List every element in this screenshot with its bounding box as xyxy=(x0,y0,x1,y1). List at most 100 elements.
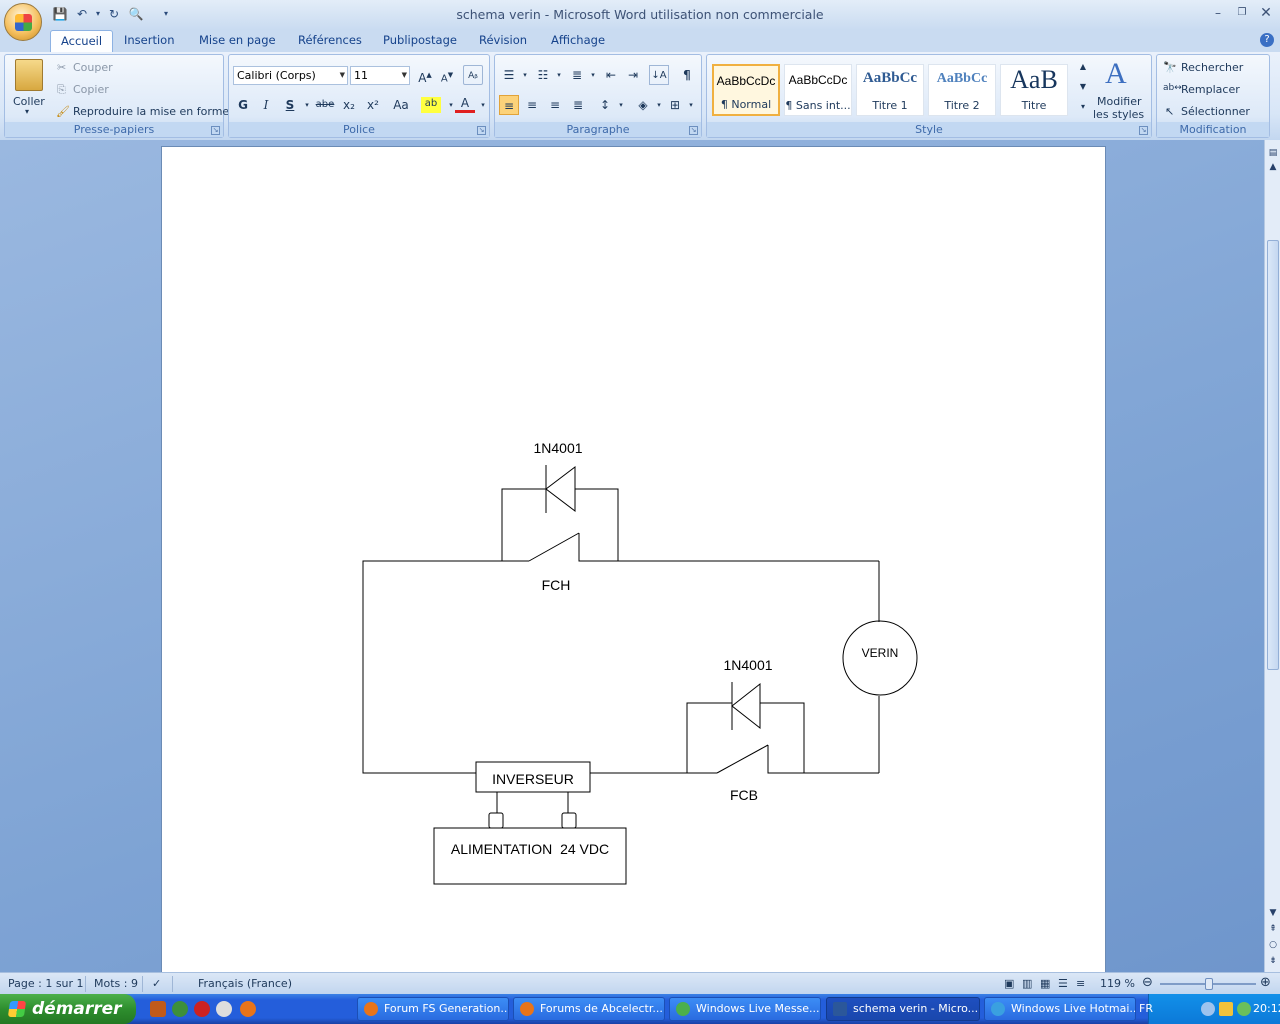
language-bar[interactable]: FR xyxy=(1139,1002,1153,1015)
grow-font-button[interactable]: A▲ xyxy=(415,65,435,85)
minimize-button[interactable]: – xyxy=(1208,4,1228,22)
superscript-button[interactable]: x² xyxy=(363,95,383,115)
align-right-icon[interactable]: ≡ xyxy=(545,95,565,115)
styles-launcher-icon[interactable]: ↘ xyxy=(1139,126,1148,135)
word-count[interactable]: Mots : 9 xyxy=(94,977,138,990)
modify-styles-icon[interactable]: A xyxy=(1105,57,1127,91)
bullets-dropdown-icon[interactable]: ▾ xyxy=(515,65,535,85)
scroll-down-icon[interactable]: ▼ xyxy=(1265,908,1280,918)
style-titre[interactable]: AaB Titre xyxy=(1000,64,1068,116)
modify-styles-line2[interactable]: les styles xyxy=(1093,108,1144,121)
strikethrough-button[interactable]: abe xyxy=(315,95,335,115)
borders-dropdown-icon[interactable]: ▾ xyxy=(681,95,701,115)
scroll-up-icon[interactable]: ▲ xyxy=(1265,162,1280,172)
style-sans-interligne[interactable]: AaBbCcDc ¶ Sans int... xyxy=(784,64,852,116)
style-normal[interactable]: AaBbCcDc ¶ Normal xyxy=(712,64,780,116)
style-titre-1[interactable]: AaBbCc Titre 1 xyxy=(856,64,924,116)
align-left-icon[interactable]: ≡ xyxy=(499,95,519,115)
font-size-combo[interactable]: 11 ▼ xyxy=(350,66,410,85)
decrease-indent-icon[interactable]: ⇤ xyxy=(601,65,621,85)
office-button[interactable] xyxy=(4,3,42,41)
sort-icon[interactable]: ↓A xyxy=(649,65,669,85)
tab-affichage[interactable]: Affichage xyxy=(541,30,615,52)
styles-scroll-down-icon[interactable]: ▼ xyxy=(1073,79,1093,95)
copy-button[interactable]: Copier xyxy=(73,83,109,96)
italic-button[interactable]: I xyxy=(256,95,276,115)
proofing-icon[interactable]: ✓ xyxy=(152,977,161,990)
format-painter-button[interactable]: Reproduire la mise en forme xyxy=(73,105,229,118)
multilevel-dropdown-icon[interactable]: ▾ xyxy=(583,65,603,85)
font-name-combo[interactable]: Calibri (Corps) ▼ xyxy=(233,66,348,85)
tab-mise-en-page[interactable]: Mise en page xyxy=(189,30,286,52)
style-titre-2[interactable]: AaBbCc Titre 2 xyxy=(928,64,996,116)
shrink-font-button[interactable]: A▼ xyxy=(437,65,457,85)
scroll-thumb[interactable] xyxy=(1267,240,1279,670)
tab-revision[interactable]: Révision xyxy=(469,30,537,52)
tab-references[interactable]: Références xyxy=(288,30,372,52)
web-layout-view-icon[interactable]: ▦ xyxy=(1040,977,1050,990)
language-indicator[interactable]: Français (France) xyxy=(198,977,292,990)
increase-indent-icon[interactable]: ⇥ xyxy=(623,65,643,85)
clear-format-button[interactable]: Aᵦ xyxy=(463,65,483,85)
task-live-messenger[interactable]: Windows Live Messe... xyxy=(669,997,821,1021)
close-button[interactable]: ✕ xyxy=(1256,4,1276,22)
highlight-icon[interactable]: ab xyxy=(421,97,441,113)
tab-accueil[interactable]: Accueil xyxy=(50,30,114,52)
print-layout-view-icon[interactable]: ▣ xyxy=(1004,977,1014,990)
styles-scroll-up-icon[interactable]: ▲ xyxy=(1073,59,1093,75)
select-button[interactable]: Sélectionner xyxy=(1181,105,1250,118)
bold-button[interactable]: G xyxy=(233,95,253,115)
line-spacing-dropdown-icon[interactable]: ▾ xyxy=(611,95,631,115)
browse-object-icon[interactable]: ○ xyxy=(1265,940,1280,950)
task-live-hotmail[interactable]: Windows Live Hotmai... xyxy=(984,997,1136,1021)
ruler-toggle-icon[interactable]: ▤ xyxy=(1265,148,1280,158)
change-case-button[interactable]: Aa xyxy=(389,95,413,115)
modify-styles-line1[interactable]: Modifier xyxy=(1097,95,1141,108)
player-icon[interactable] xyxy=(216,1001,232,1017)
security-shield-icon[interactable] xyxy=(1219,1002,1233,1016)
page-count[interactable]: Page : 1 sur 1 xyxy=(8,977,84,990)
zoom-in-icon[interactable]: ⊕ xyxy=(1260,975,1271,990)
tab-publipostage[interactable]: Publipostage xyxy=(373,30,467,52)
document-page[interactable]: 1N4001 FCH 1N4001 FCB VERIN INVERSEUR AL… xyxy=(161,146,1106,976)
align-center-icon[interactable]: ≡ xyxy=(522,95,542,115)
subscript-button[interactable]: x₂ xyxy=(339,95,359,115)
restore-button[interactable]: ❐ xyxy=(1232,4,1252,22)
justify-icon[interactable]: ≣ xyxy=(568,95,588,115)
zoom-out-icon[interactable]: ⊖ xyxy=(1142,975,1153,990)
paragraph-launcher-icon[interactable]: ↘ xyxy=(689,126,698,135)
task-forum-fs[interactable]: Forum FS Generation... xyxy=(357,997,509,1021)
task-schema-verin[interactable]: schema verin - Micro... xyxy=(826,997,980,1021)
font-launcher-icon[interactable]: ↘ xyxy=(477,126,486,135)
tray-arrow-icon[interactable] xyxy=(1201,1002,1215,1016)
messenger-icon[interactable] xyxy=(172,1001,188,1017)
replace-button[interactable]: Remplacer xyxy=(1181,83,1240,96)
cut-button[interactable]: Couper xyxy=(73,61,113,74)
font-color-dropdown-icon[interactable]: ▾ xyxy=(473,95,493,115)
paste-dropdown-icon[interactable]: ▾ xyxy=(25,107,29,116)
numbering-dropdown-icon[interactable]: ▾ xyxy=(549,65,569,85)
font-color-icon[interactable]: A xyxy=(455,95,475,113)
vertical-scrollbar[interactable]: ▤ ▲ ▼ ⇞ ○ ⇟ xyxy=(1264,140,1280,972)
task-forums-abcelectr[interactable]: Forums de Abcelectr... xyxy=(513,997,665,1021)
previous-page-icon[interactable]: ⇞ xyxy=(1265,924,1280,934)
help-icon[interactable]: ? xyxy=(1260,33,1274,47)
zoom-slider-thumb[interactable] xyxy=(1205,978,1213,990)
find-button[interactable]: Rechercher xyxy=(1181,61,1243,74)
next-page-icon[interactable]: ⇟ xyxy=(1265,956,1280,966)
firefox-icon[interactable] xyxy=(240,1001,256,1017)
clipboard-launcher-icon[interactable]: ↘ xyxy=(211,126,220,135)
full-screen-view-icon[interactable]: ▥ xyxy=(1022,977,1032,990)
tab-insertion[interactable]: Insertion xyxy=(114,30,185,52)
start-button[interactable]: démarrer xyxy=(0,994,136,1024)
media-icon[interactable] xyxy=(194,1001,210,1017)
messenger-status-icon[interactable] xyxy=(1237,1002,1251,1016)
styles-more-icon[interactable]: ▾ xyxy=(1073,99,1093,115)
zoom-level[interactable]: 119 % xyxy=(1100,977,1135,990)
show-formatting-icon[interactable]: ¶ xyxy=(677,65,697,85)
quicklaunch-icon[interactable] xyxy=(150,1001,166,1017)
paste-icon[interactable] xyxy=(15,59,43,91)
underline-dropdown-icon[interactable]: ▾ xyxy=(297,95,317,115)
outline-view-icon[interactable]: ☰ xyxy=(1058,977,1068,990)
draft-view-icon[interactable]: ≡ xyxy=(1076,977,1085,990)
